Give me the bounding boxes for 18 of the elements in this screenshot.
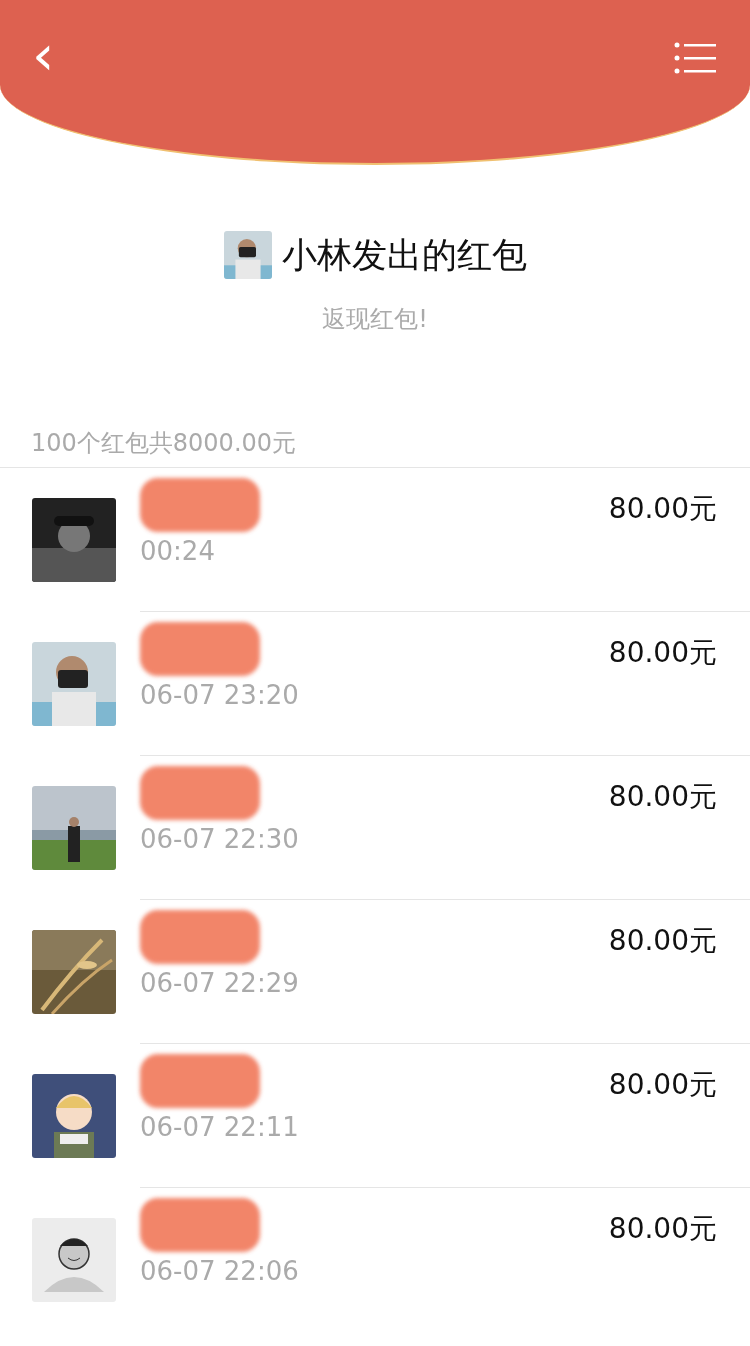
sender-title: 小林发出的红包 [281,233,527,277]
amount-text: 80.00元 [608,1211,718,1247]
time-text: 06-07 22:06 [140,1256,300,1286]
time-text: 06-07 22:29 [140,968,300,998]
amount-text: 80.00元 [608,491,718,527]
time-text: 06-07 22:11 [140,1112,300,1142]
greeting-message: 返现红包! [321,304,429,335]
amount-text: 80.00元 [608,923,718,959]
menu-icon[interactable] [674,42,716,74]
back-button[interactable]: ‹ [26,30,61,80]
summary-text: 100个红包共8000.00元 [0,427,750,468]
amount-text: 80.00元 [608,1067,718,1103]
time-text: 06-07 23:20 [140,680,300,710]
time-text: 06-07 22:30 [140,824,300,854]
time-text: 00:24 [140,536,216,566]
avatar-icon [32,1218,116,1302]
amount-text: 80.00元 [608,779,718,815]
amount-text: 80.00元 [608,635,718,671]
